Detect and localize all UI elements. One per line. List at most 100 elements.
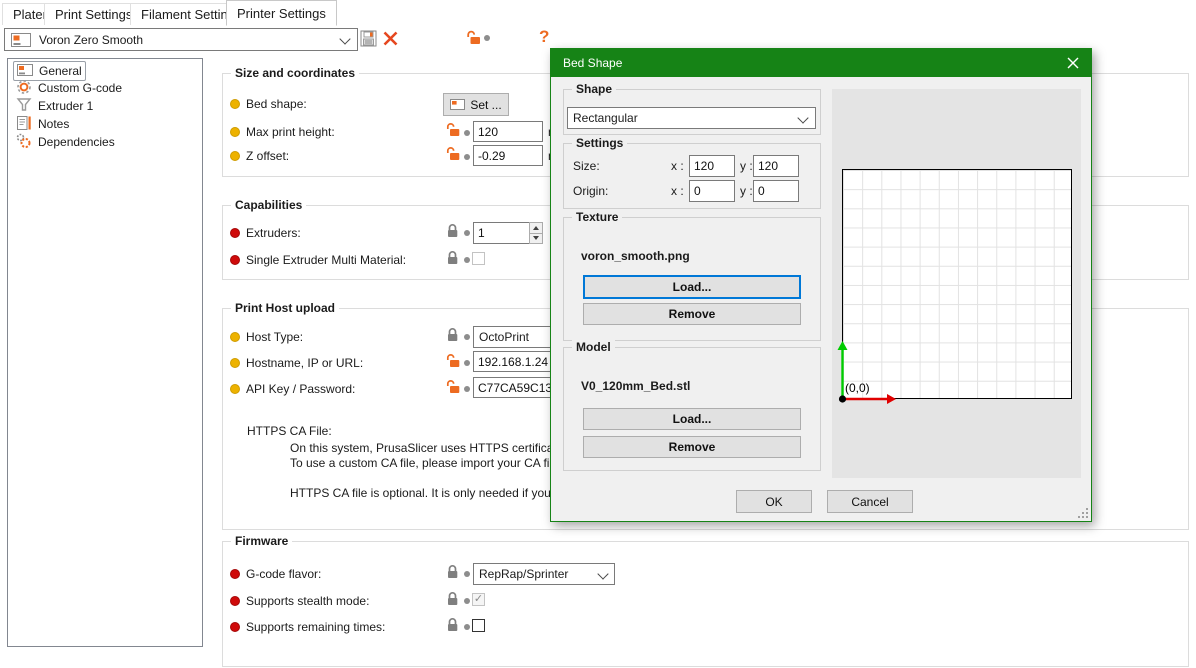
semm-label: Single Extruder Multi Material: [246,253,406,267]
groupbox-title: Firmware [231,534,292,548]
preset-name: Voron Zero Smooth [39,33,143,47]
tab-printer-settings[interactable]: Printer Settings [226,0,337,26]
locked-icon[interactable] [446,327,459,345]
sidebar-item-custom-gcode[interactable]: Custom G-code [13,79,125,97]
https-ca-line3: HTTPS CA file is optional. It is only ne… [290,486,561,500]
unlocked-icon[interactable] [446,146,460,164]
semm-checkbox[interactable] [472,252,485,265]
x-label: x : [671,159,684,173]
notes-icon [16,115,32,134]
lock-sync-button[interactable] [466,30,481,48]
revert-dot [464,230,470,236]
api-key-label: API Key / Password: [246,382,355,396]
bed-shape-label: Bed shape: [246,97,307,111]
spinner-down-button[interactable] [529,234,543,245]
gear-icon [16,79,32,98]
dialog-titlebar[interactable]: Bed Shape [551,49,1091,77]
close-icon[interactable] [1067,57,1079,72]
model-remove-button[interactable]: Remove [583,436,801,458]
origin-x-input[interactable] [689,180,735,202]
locked-icon[interactable] [446,250,459,268]
locked-icon[interactable] [446,223,459,241]
remaining-times-label: Supports remaining times: [246,620,385,634]
size-x-input[interactable] [689,155,735,177]
option-bullet [230,151,240,161]
revert-dot [464,360,470,366]
printer-bed-icon [11,33,31,50]
gcode-flavor-label: G-code flavor: [246,567,321,581]
groupbox-title: Texture [572,210,622,224]
bed-shape-dialog: Bed Shape Shape Rectangular Settings Siz… [550,48,1092,522]
resize-grip[interactable] [1078,508,1088,518]
shape-value: Rectangular [573,111,638,125]
help-button[interactable]: ? [539,27,549,47]
option-bullet [230,569,240,579]
settings-sidebar: General Custom G-code Extruder 1 Notes D… [7,58,203,647]
tab-print-settings[interactable]: Print Settings [44,3,143,25]
bed-shape-set-button[interactable]: Set ... [443,93,509,116]
unlocked-icon[interactable] [446,353,460,371]
y-label: y : [740,184,753,198]
chevron-down-icon [797,112,808,123]
revert-dot [464,624,470,630]
https-ca-file-label: HTTPS CA File: [247,424,332,438]
texture-remove-button[interactable]: Remove [583,303,801,325]
host-type-label: Host Type: [246,330,303,344]
option-bullet [230,99,240,109]
max-print-height-input[interactable] [473,121,543,142]
max-print-height-label: Max print height: [246,125,335,139]
model-load-button[interactable]: Load... [583,408,801,430]
locked-icon[interactable] [446,591,459,609]
option-bullet [230,622,240,632]
option-bullet [230,255,240,265]
remaining-times-checkbox[interactable] [472,619,485,632]
locked-icon[interactable] [446,564,459,582]
z-offset-label: Z offset: [246,149,289,163]
size-y-input[interactable] [753,155,799,177]
arrow-up-icon [533,226,539,230]
printer-bed-icon [17,64,33,79]
revert-dot [464,130,470,136]
shape-select[interactable]: Rectangular [567,107,816,129]
sidebar-item-dependencies[interactable]: Dependencies [13,133,118,151]
stealth-mode-checkbox[interactable]: ✓ [472,593,485,606]
chevron-down-icon [597,568,608,579]
extruders-label: Extruders: [246,226,301,240]
delete-preset-button[interactable] [382,30,399,50]
host-type-value: OctoPrint [479,330,529,344]
load-button-label: Load... [673,280,712,294]
groupbox-title: Settings [572,136,627,150]
spinner-up-button[interactable] [529,222,543,234]
origin-label: Origin: [573,184,608,198]
printer-bed-icon [450,99,465,110]
remove-button-label: Remove [669,440,716,454]
ok-button[interactable]: OK [736,490,812,513]
unlocked-icon[interactable] [446,122,460,140]
model-filename: V0_120mm_Bed.stl [581,379,690,393]
dependencies-icon [16,133,32,152]
groupbox-title: Model [572,340,615,354]
arrow-down-icon [533,236,539,240]
sidebar-item-extruder-1[interactable]: Extruder 1 [13,97,96,115]
unlocked-icon[interactable] [446,379,460,397]
printer-preset-combobox[interactable]: Voron Zero Smooth [4,28,358,51]
save-preset-button[interactable] [360,30,377,50]
sidebar-item-notes[interactable]: Notes [13,115,72,133]
gcode-flavor-select[interactable]: RepRap/Sprinter [473,563,615,585]
preset-dropdown-chevron-icon[interactable] [339,33,350,44]
option-bullet [230,127,240,137]
origin-y-input[interactable] [753,180,799,202]
texture-filename: voron_smooth.png [581,249,690,263]
groupbox-title: Capabilities [231,198,306,212]
sidebar-item-label: Custom G-code [38,81,122,95]
locked-icon[interactable] [446,617,459,635]
y-label: y : [740,159,753,173]
texture-load-button[interactable]: Load... [583,275,801,299]
printer-settings-window: Plater Print Settings Filament Settings … [0,0,1196,668]
cancel-button[interactable]: Cancel [827,490,913,513]
z-offset-input[interactable] [473,145,543,166]
x-label: x : [671,184,684,198]
revert-dot [464,571,470,577]
revert-dot [464,386,470,392]
cancel-button-label: Cancel [851,495,888,509]
